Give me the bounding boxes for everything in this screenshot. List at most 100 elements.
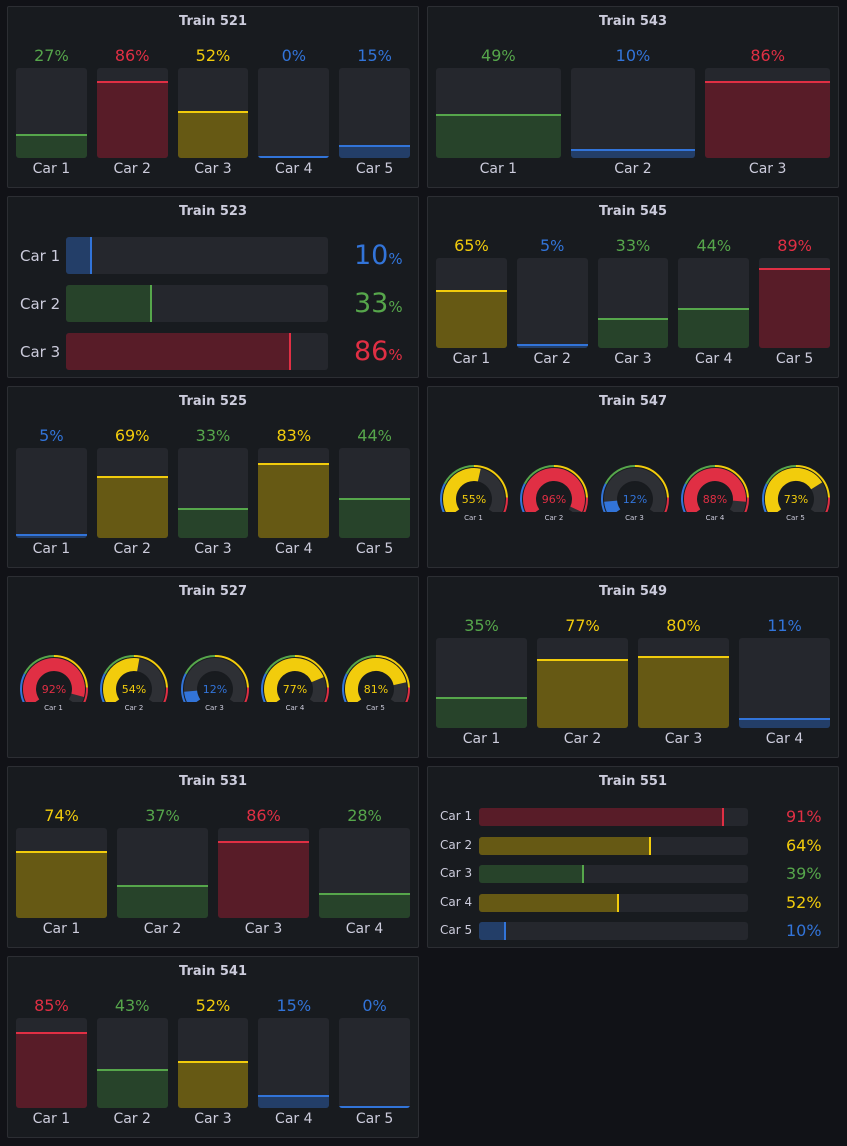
- panel-train-551: Train 551 Car 1 91% Car 2 64% Car 3 39% Car 4 52…: [427, 766, 839, 948]
- panel-title: Train 531: [179, 774, 247, 789]
- car-value-number: 15: [276, 996, 297, 1015]
- car-bar-track: [177, 1018, 249, 1108]
- car-value: 44%: [339, 425, 410, 447]
- panel-title: Train 527: [179, 584, 247, 599]
- car-bar-fill: [759, 267, 830, 348]
- car-value-unit: %: [266, 807, 281, 825]
- car-bar-fill: [258, 1094, 330, 1108]
- car-gauge: 73% Car 5: [761, 464, 831, 524]
- car-value-number: 52: [195, 46, 217, 65]
- car-value-unit: %: [388, 346, 403, 364]
- car-value-number: 10: [615, 46, 637, 65]
- car-value: 52%: [178, 995, 249, 1017]
- panel-title: Train 543: [599, 14, 667, 29]
- car-value-number: 5: [39, 426, 50, 445]
- car-value-unit: %: [806, 864, 822, 883]
- car-value-number: 86: [750, 46, 771, 65]
- car-bar-fill: [537, 658, 628, 728]
- car-value-unit: %: [291, 47, 307, 65]
- car-bar-fill: [739, 718, 830, 728]
- car-bar-track: [678, 258, 750, 348]
- car-bar-track: [177, 68, 249, 158]
- car-value-unit: %: [372, 997, 387, 1015]
- car-bar-fill: [117, 884, 208, 918]
- car-value: 10%: [571, 45, 696, 67]
- panel-title: Train 547: [599, 394, 667, 409]
- car-value: 91%: [786, 807, 822, 827]
- car-value-number: 65: [454, 236, 475, 255]
- car-gauge: 55% Car 1: [439, 464, 509, 524]
- car-label: Car 2: [20, 295, 61, 313]
- car-bar-gauge: Car 2 64%: [428, 836, 838, 856]
- car-bar-gauge: 43% Car 2: [96, 995, 168, 1130]
- car-bar-gauge: 5% Car 1: [16, 425, 87, 560]
- car-bar-gauge: 85% Car 1: [16, 995, 87, 1130]
- car-label: Car 3: [194, 1111, 232, 1127]
- car-value-number: 10: [786, 921, 807, 940]
- car-gauge: 12% Car 3: [600, 464, 670, 524]
- car-value-number: 80: [666, 616, 687, 635]
- car-value-number: 0: [281, 46, 292, 65]
- car-value: 33%: [598, 235, 669, 257]
- car-value: 52%: [178, 45, 249, 67]
- car-bar-gauge: 52% Car 3: [177, 45, 249, 180]
- car-label: Car 1: [462, 731, 501, 747]
- car-label: Car 2: [544, 514, 564, 522]
- car-label: Car 1: [20, 247, 61, 265]
- gauge-svg: 81%: [341, 655, 410, 709]
- car-label: Car 1: [44, 704, 63, 712]
- panel-train-531: Train 531 74% Car 1 37% Car 2 86% Car 3 28% Car …: [7, 766, 419, 948]
- car-bar-track: [96, 1018, 168, 1108]
- car-value-unit: %: [388, 298, 403, 316]
- car-bar-track: [218, 828, 309, 918]
- car-value: 86%: [354, 335, 403, 372]
- car-label: Car 2: [124, 704, 144, 712]
- car-bar-gauge: 33% Car 3: [597, 235, 669, 370]
- car-value-number: 33: [195, 426, 217, 445]
- gauge-svg: 77%: [261, 655, 329, 709]
- car-bar-gauge: 37% Car 2: [117, 805, 208, 940]
- car-label: Car 5: [775, 351, 814, 367]
- car-label: Car 2: [113, 1111, 151, 1127]
- car-value: 86%: [218, 805, 309, 827]
- car-bar-track: [638, 638, 729, 728]
- gauge-svg: 12%: [180, 655, 249, 709]
- car-bar-fill: [597, 318, 669, 348]
- car-bar-track: [339, 68, 410, 158]
- car-label: Car 2: [533, 351, 571, 367]
- car-value-number: 52: [195, 996, 217, 1015]
- gauge-value: 92%: [41, 683, 65, 696]
- car-value-number: 44: [696, 236, 717, 255]
- car-label: Car 4: [275, 161, 313, 177]
- car-bar-fill: [516, 343, 588, 348]
- car-bar-fill: [16, 1031, 87, 1108]
- car-value: 5%: [16, 425, 87, 447]
- car-label: Car 1: [42, 921, 81, 937]
- car-bar-fill: [177, 1061, 249, 1108]
- car-value-unit: %: [135, 427, 150, 445]
- car-value-number: 5: [539, 236, 551, 255]
- car-label: Car 2: [143, 921, 182, 937]
- car-value: 11%: [739, 615, 830, 637]
- car-value: 64%: [786, 836, 822, 856]
- car-value: 49%: [436, 45, 561, 67]
- car-bar-fill: [436, 289, 507, 348]
- car-value-number: 44: [357, 426, 378, 445]
- car-value-unit: %: [806, 921, 822, 940]
- car-value: 44%: [678, 235, 749, 257]
- car-value-unit: %: [787, 617, 802, 635]
- car-bar-track: [705, 68, 830, 158]
- panel-train-541: Train 541 85% Car 1 43% Car 2 52% Car 3 15% Car …: [7, 956, 419, 1138]
- car-bar-track: [339, 448, 410, 538]
- car-bar-fill: [96, 80, 168, 158]
- car-value: 85%: [16, 995, 87, 1017]
- car-value-number: 52: [786, 892, 807, 912]
- car-bar-gauge: 15% Car 5: [339, 45, 410, 180]
- car-label: Car 2: [113, 541, 151, 557]
- car-value: 33%: [354, 287, 403, 324]
- car-value-unit: %: [550, 237, 565, 255]
- car-value: 15%: [258, 995, 329, 1017]
- car-value-unit: %: [686, 617, 701, 635]
- car-label: Car 4: [285, 704, 305, 712]
- car-bar-gauge: 77% Car 2: [537, 615, 628, 750]
